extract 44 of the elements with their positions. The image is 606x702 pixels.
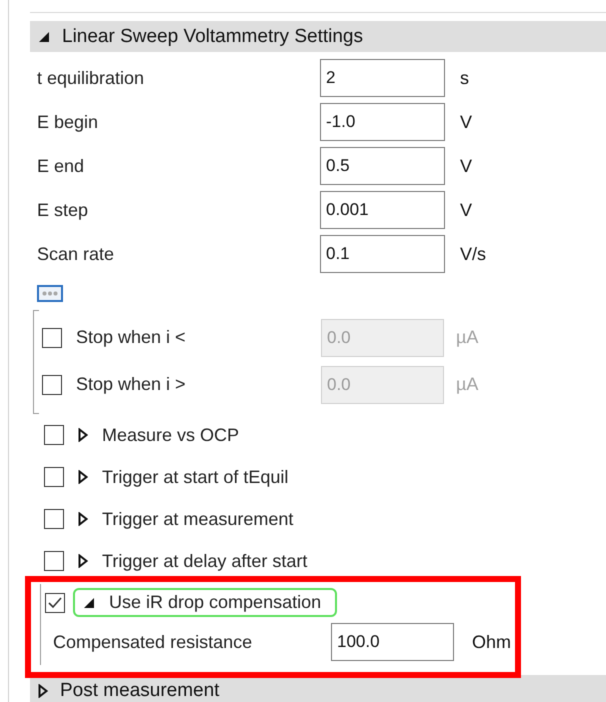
checkbox-label: Stop when i <: [76, 327, 187, 348]
input-field[interactable]: 0.001: [320, 191, 445, 229]
option-label: Trigger at measurement: [102, 508, 294, 530]
unit-label: V: [460, 112, 474, 132]
input-field[interactable]: 100.0: [331, 623, 454, 661]
checkbox[interactable]: [44, 467, 64, 487]
expand-triangle-icon[interactable]: [78, 428, 88, 442]
unit-label: µA: [456, 374, 480, 395]
expand-triangle-icon[interactable]: [78, 512, 88, 526]
checkbox-label: Stop when i >: [76, 374, 187, 395]
input-field[interactable]: -1.0: [320, 103, 445, 141]
unit-label: µA: [456, 327, 480, 348]
unit-label: Ohm: [472, 632, 512, 652]
collapse-triangle-icon[interactable]: [38, 30, 50, 42]
unit-label: s: [460, 68, 470, 88]
collapse-triangle-icon[interactable]: [83, 596, 95, 608]
field-label: E end: [37, 156, 86, 176]
option-label: Trigger at delay after start: [102, 550, 308, 572]
expand-triangle-icon[interactable]: [78, 470, 88, 484]
unit-label: V: [460, 156, 474, 176]
checkbox[interactable]: [44, 551, 64, 571]
field-label: t equilibration: [37, 68, 146, 88]
expand-triangle-icon[interactable]: [38, 684, 48, 698]
checkbox[interactable]: [45, 592, 65, 612]
input-field[interactable]: 2: [320, 59, 445, 97]
field-label: E begin: [37, 112, 100, 132]
unit-label: V/s: [460, 244, 488, 264]
unit-label: V: [460, 200, 474, 220]
checkmark-icon: [48, 596, 62, 608]
expand-triangle-icon[interactable]: [78, 554, 88, 568]
field-label: Scan rate: [37, 244, 116, 264]
expander-header[interactable]: Use iR drop compensation: [73, 588, 338, 617]
checkbox[interactable]: [44, 509, 64, 529]
field-label: E step: [37, 200, 90, 220]
ellipsis-icon: [42, 291, 58, 296]
input-field[interactable]: 0.1: [320, 235, 445, 273]
section-header[interactable]: Post measurement: [30, 675, 606, 702]
more-button[interactable]: [37, 285, 63, 302]
input-field[interactable]: 0.5: [320, 147, 445, 185]
option-label: Measure vs OCP: [102, 424, 240, 446]
option-label: Trigger at start of tEquil: [102, 466, 288, 488]
section-header[interactable]: Linear Sweep Voltammetry Settings: [30, 21, 606, 52]
checkbox[interactable]: [44, 425, 64, 445]
field-label: Compensated resistance: [53, 632, 254, 652]
